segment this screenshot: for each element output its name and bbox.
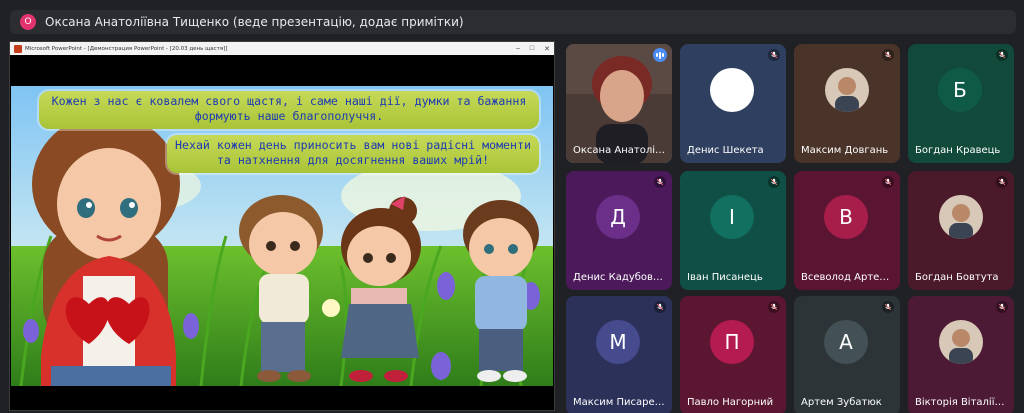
- participant-name: Денис Шекета: [687, 145, 764, 156]
- presenter-banner: О Оксана Анатоліївна Тищенко (веде презе…: [10, 10, 1016, 34]
- participant-tile[interactable]: Оксана Анатоліїв...: [566, 44, 672, 163]
- participant-tile[interactable]: Д Денис Кадубовс...: [566, 171, 672, 290]
- speaking-indicator-icon: [653, 48, 667, 62]
- mic-off-icon: [768, 301, 780, 313]
- minimize-icon: –: [515, 45, 520, 52]
- participant-photo: [825, 68, 869, 112]
- participant-tile[interactable]: В Всеволод Артем...: [794, 171, 900, 290]
- participant-avatar-initial: Д: [596, 195, 640, 239]
- participant-name: Оксана Анатоліїв...: [573, 145, 667, 156]
- participant-name: Вікторія Віталіїв...: [915, 397, 1009, 408]
- participant-name: Богдан Кравець: [915, 145, 1001, 156]
- participant-avatar-initial: Б: [938, 68, 982, 112]
- participant-avatar-initial: М: [596, 320, 640, 364]
- mic-off-icon: [996, 176, 1008, 188]
- close-icon: ✕: [544, 45, 550, 53]
- participant-name: Богдан Бовтута: [915, 272, 999, 283]
- mic-off-icon: [768, 49, 780, 61]
- participant-avatar-initial: П: [710, 320, 754, 364]
- mic-off-icon: [996, 49, 1008, 61]
- participant-tile[interactable]: Вікторія Віталіїв...: [908, 296, 1014, 413]
- mic-off-icon: [768, 176, 780, 188]
- maximize-icon: □: [529, 45, 535, 52]
- participant-tile[interactable]: Богдан Бовтута: [908, 171, 1014, 290]
- participant-name: Всеволод Артем...: [801, 272, 895, 283]
- participant-name: Денис Кадубовс...: [573, 272, 667, 283]
- ppt-window-title: Microsoft PowerPoint - [Демонстрация Pow…: [25, 45, 228, 52]
- ppt-titlebar: Microsoft PowerPoint - [Демонстрация Pow…: [10, 42, 554, 55]
- meet-window: О Оксана Анатоліївна Тищенко (веде презе…: [0, 0, 1024, 413]
- slide-text-1: Кожен з нас є ковалем свого щастя, і сам…: [39, 91, 539, 129]
- participant-photo: [939, 320, 983, 364]
- participant-name: Павло Нагорний: [687, 397, 774, 408]
- mic-off-icon: [996, 301, 1008, 313]
- presenter-banner-text: Оксана Анатоліївна Тищенко (веде презент…: [45, 15, 464, 29]
- girl-figure: [32, 114, 180, 386]
- mic-off-icon: [654, 301, 666, 313]
- participant-tile[interactable]: Денис Шекета: [680, 44, 786, 163]
- participant-tile[interactable]: Б Богдан Кравець: [908, 44, 1014, 163]
- mic-off-icon: [654, 176, 666, 188]
- mic-off-icon: [882, 301, 894, 313]
- participant-avatar-initial: І: [710, 195, 754, 239]
- participant-avatar-blank: [710, 68, 754, 112]
- powerpoint-icon: [14, 44, 22, 53]
- shared-screen[interactable]: Microsoft PowerPoint - [Демонстрация Pow…: [9, 41, 555, 411]
- ppt-window-controls: – □ ✕: [516, 42, 550, 55]
- participant-avatar-initial: А: [824, 320, 868, 364]
- participant-name: Іван Писанець: [687, 272, 763, 283]
- presentation-slide: Кожен з нас є ковалем свого щастя, і сам…: [11, 86, 553, 386]
- participant-tile[interactable]: А Артем Зубатюк: [794, 296, 900, 413]
- participant-photo: [939, 195, 983, 239]
- participant-name: Максим Писарен...: [573, 397, 667, 408]
- participant-tile[interactable]: Максим Довгань: [794, 44, 900, 163]
- slide-illustration: [11, 86, 553, 386]
- participant-tile[interactable]: М Максим Писарен...: [566, 296, 672, 413]
- slide-text-2: Нехай кожен день приносить вам нові раді…: [167, 135, 539, 173]
- participant-tile[interactable]: І Іван Писанець: [680, 171, 786, 290]
- participant-tile[interactable]: П Павло Нагорний: [680, 296, 786, 413]
- mic-off-icon: [882, 176, 894, 188]
- participant-name: Артем Зубатюк: [801, 397, 882, 408]
- mic-off-icon: [882, 49, 894, 61]
- participant-avatar-initial: В: [824, 195, 868, 239]
- presenter-avatar: О: [20, 14, 36, 30]
- participant-name: Максим Довгань: [801, 145, 889, 156]
